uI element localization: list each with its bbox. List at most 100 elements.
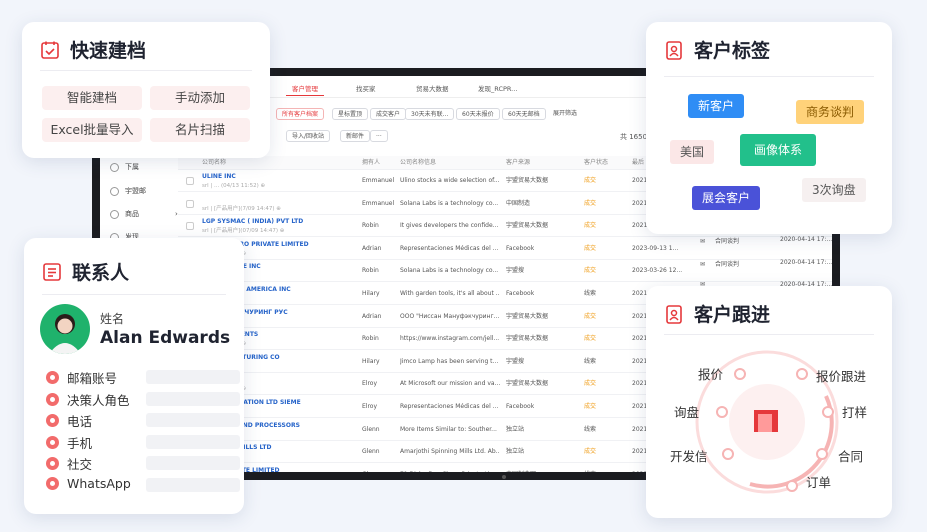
tab-find-buyer[interactable]: 找买家 bbox=[350, 82, 382, 96]
row-checkbox[interactable] bbox=[186, 177, 194, 185]
company-info-cell: Solana Labs is a technology co... bbox=[400, 267, 499, 275]
contact-field-input[interactable] bbox=[146, 391, 240, 406]
step-node bbox=[722, 448, 734, 460]
tab-trade-data[interactable]: 贸易大数据 bbox=[410, 82, 455, 96]
status-cell: 成交 bbox=[584, 335, 597, 343]
company-info-cell: Representaciones Médicas del ... bbox=[400, 403, 499, 410]
webcam-dot bbox=[502, 475, 506, 479]
mail-icon[interactable]: ✉ bbox=[700, 238, 705, 245]
tag-item[interactable]: 新客户 bbox=[688, 94, 745, 118]
owner-cell: Hilary bbox=[362, 357, 380, 365]
sidebar-item-mail[interactable]: 宇盟邮 bbox=[110, 186, 146, 196]
expand-filter-button[interactable]: 展开筛选 bbox=[548, 108, 583, 120]
tag-item[interactable]: 3次询盘 bbox=[802, 178, 866, 202]
tab-customer-management[interactable]: 客户管理 bbox=[286, 82, 324, 96]
last-date-cell: 2021 bbox=[632, 312, 648, 320]
sidebar-item-subordinate[interactable]: 下属 bbox=[110, 162, 139, 172]
last-date-cell: 2021 bbox=[632, 448, 648, 456]
company-subinfo: srl | [产品用户](07/09 14:47) ⊕ bbox=[202, 228, 285, 235]
tag-item[interactable]: 美国 bbox=[670, 140, 715, 164]
owner-cell: Emmanuel bbox=[362, 199, 395, 207]
excel-import-button[interactable]: Excel批量导入 bbox=[42, 118, 142, 142]
box-icon bbox=[110, 209, 119, 219]
source-cell: 中国制造 bbox=[506, 199, 531, 207]
follow-step: 开发信 bbox=[670, 449, 708, 464]
filter-deal-customers[interactable]: 成交客户 bbox=[370, 108, 407, 120]
last-date-cell: 2023-03-26 12... bbox=[632, 267, 683, 275]
smart-create-button[interactable]: 智能建档 bbox=[42, 86, 142, 110]
name-label: 姓名 bbox=[100, 312, 125, 326]
filter-30-days[interactable]: 30天未有联... bbox=[405, 108, 455, 120]
status-cell: 成交 bbox=[584, 177, 597, 184]
filter-60-days-mail[interactable]: 60天无邮档 bbox=[502, 108, 546, 120]
contact-name: Alan Edwards bbox=[100, 328, 231, 348]
company-name[interactable]: ULINE INC bbox=[202, 172, 352, 182]
contact-field-label: WhatsApp bbox=[46, 476, 131, 491]
mail-icon bbox=[110, 186, 119, 196]
company-info-cell: More Items Similar to: Souther... bbox=[400, 425, 497, 433]
more-button[interactable]: ··· bbox=[370, 130, 388, 142]
status-cell: 成交 bbox=[584, 312, 597, 320]
owner-cell: Hilary bbox=[362, 290, 380, 297]
quick-create-card: 快速建档 智能建档 手动添加 Excel批量导入 名片扫描 bbox=[22, 22, 270, 158]
deal-date: 2020-04-14 17:... bbox=[780, 258, 832, 266]
last-date-cell: 2021 bbox=[632, 403, 648, 410]
owner-cell: Robin bbox=[362, 222, 379, 230]
deal-date: 2020-04-14 17:... bbox=[780, 236, 832, 243]
quick-create-title: 快速建档 bbox=[40, 36, 146, 63]
card-scan-button[interactable]: 名片扫描 bbox=[150, 118, 250, 142]
deal-stage: 合同谈判 bbox=[714, 260, 739, 268]
tab-discover[interactable]: 发现_RCPR... bbox=[472, 82, 523, 96]
mail-icon[interactable]: ✉ bbox=[700, 261, 705, 268]
status-cell: 成交 bbox=[584, 267, 597, 275]
tag-item[interactable]: 画像体系 bbox=[740, 134, 817, 166]
filter-starred[interactable]: 星标置顶 bbox=[332, 108, 369, 120]
source-cell: Facebook bbox=[506, 290, 535, 297]
status-cell: 成交 bbox=[584, 403, 597, 410]
owner-cell: Glenn bbox=[362, 425, 380, 433]
filter-all-customers[interactable]: 所有客户档案 bbox=[276, 108, 325, 120]
status-cell: 成交 bbox=[584, 199, 597, 207]
import-recycle-button[interactable]: 导入/回收站 bbox=[286, 130, 331, 142]
company-info-cell: Jimco Lamp has been serving t... bbox=[400, 357, 499, 365]
contact-list-icon bbox=[43, 262, 61, 281]
header-last[interactable]: 最后 bbox=[632, 156, 644, 170]
manual-add-button[interactable]: 手动添加 bbox=[150, 86, 250, 110]
sidebar-item-products[interactable]: 商品 › bbox=[110, 209, 178, 219]
header-status[interactable]: 客户状态 bbox=[584, 156, 608, 170]
contact-field-input[interactable] bbox=[146, 456, 240, 470]
filter-60-days-quote[interactable]: 60天未报价 bbox=[456, 108, 500, 120]
contact-field-label: 邮箱账号 bbox=[46, 368, 117, 387]
header-company-info[interactable]: 公司名称信息 bbox=[400, 156, 436, 170]
tag-item[interactable]: 商务谈判 bbox=[796, 100, 865, 124]
company-info-cell: Representaciones Médicas del ... bbox=[400, 244, 499, 252]
contact-field-input[interactable] bbox=[146, 477, 240, 492]
last-date-cell: 2023-09-13 1... bbox=[632, 244, 679, 252]
last-date-cell: 2021 bbox=[632, 425, 648, 433]
new-mail-button[interactable]: 新邮件 bbox=[340, 130, 371, 142]
company-name[interactable]: LGP SYSMAC ( INDIA) PVT LTD bbox=[202, 217, 352, 227]
divider bbox=[664, 76, 874, 77]
field-icon bbox=[46, 414, 59, 427]
owner-cell: Glenn bbox=[362, 464, 380, 472]
status-cell: 线索 bbox=[584, 357, 597, 365]
customer-tags-card: 客户标签 新客户 商务谈判 美国 画像体系 展会客户 3次询盘 bbox=[646, 22, 892, 234]
tag-item[interactable]: 展会客户 bbox=[692, 186, 761, 210]
row-checkbox[interactable] bbox=[186, 222, 194, 231]
header-owner[interactable]: 拥有人 bbox=[362, 156, 380, 170]
contact-field-input[interactable] bbox=[146, 413, 240, 427]
divider bbox=[40, 70, 252, 71]
field-icon bbox=[46, 457, 59, 470]
header-company[interactable]: 公司名称 bbox=[202, 156, 226, 170]
follow-step: 打样 bbox=[842, 405, 868, 420]
extra-row: ✉ 合同谈判 2020-04-14 17:... bbox=[700, 259, 832, 268]
contact-field-input[interactable] bbox=[146, 370, 240, 384]
company-name[interactable] bbox=[202, 195, 352, 205]
calendar-check-icon bbox=[41, 41, 59, 59]
contact-field-input[interactable] bbox=[146, 434, 240, 449]
row-checkbox[interactable] bbox=[186, 199, 194, 208]
contact-title: 联系人 bbox=[42, 258, 129, 285]
header-source[interactable]: 客户来源 bbox=[506, 156, 530, 170]
company-subinfo: srl | [产品用户](7/09 14:47) ⊕ bbox=[202, 205, 281, 212]
source-cell: 宇盟搜 bbox=[506, 357, 525, 365]
